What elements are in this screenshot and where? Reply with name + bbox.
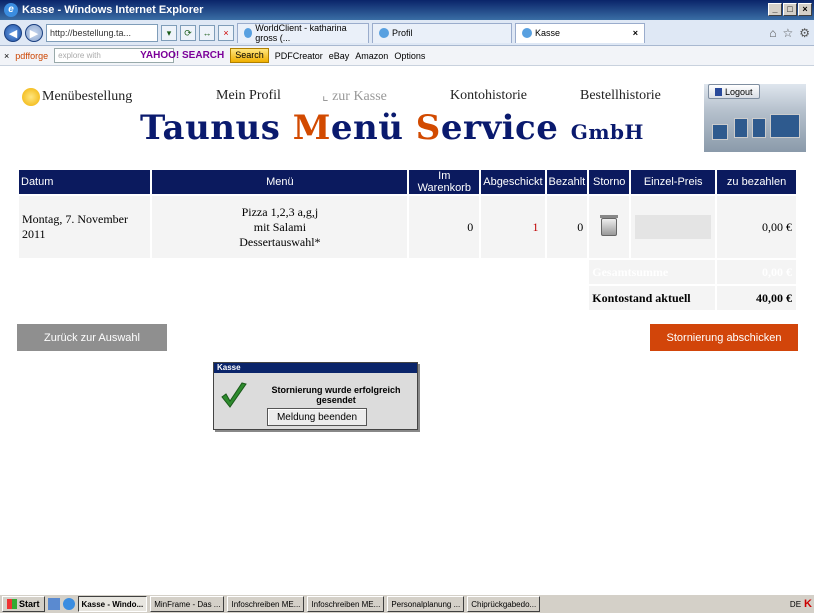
- task-personalplanung[interactable]: Personalplanung ...: [387, 596, 465, 612]
- close-icon[interactable]: ×: [798, 3, 812, 16]
- dialog-close-button[interactable]: Meldung beenden: [267, 408, 367, 426]
- tab-favicon-icon: [522, 28, 532, 38]
- toolbar-link-pdfcreator[interactable]: PDFCreator: [275, 51, 323, 61]
- cell-abgeschickt: 1: [481, 196, 545, 258]
- tab-profil[interactable]: Profil: [372, 22, 512, 43]
- kontostand-value: 40,00 €: [717, 286, 796, 310]
- dialog-title: Kasse: [214, 363, 417, 373]
- home-icon[interactable]: ⌂: [769, 26, 776, 40]
- order-table: Datum Menü Im Warenkorb Abgeschickt Beza…: [17, 168, 798, 312]
- col-bezahlt: Bezahlt: [546, 170, 588, 194]
- cell-storno: [589, 196, 630, 258]
- minimize-icon[interactable]: _: [768, 3, 782, 16]
- company-logo: Taunus Menü Service GmbH: [140, 108, 644, 148]
- toolbar-link-amazon[interactable]: Amazon: [355, 51, 388, 61]
- submit-cancellation-button[interactable]: Stornierung abschicken: [650, 324, 798, 351]
- tab-close-icon[interactable]: ×: [633, 28, 638, 38]
- tab-kasse[interactable]: Kasse ×: [515, 22, 645, 43]
- toolbar-link-options[interactable]: Options: [394, 51, 425, 61]
- browser-toolbar: × pdfforge explore with YAHOO! SEARCH Se…: [0, 46, 814, 66]
- windows-flag-icon: [7, 599, 17, 609]
- nav-profil[interactable]: Mein Profil: [216, 88, 281, 104]
- task-chiprueckgabe[interactable]: Chiprückgabedo...: [467, 596, 541, 612]
- task-infoschreiben-2[interactable]: Infoschreiben ME...: [307, 596, 385, 612]
- gesamtsumme-label: Gesamtsumme: [589, 260, 716, 284]
- toolbar-link-ebay[interactable]: eBay: [329, 51, 350, 61]
- gesamtsumme-value: 0,00 €: [717, 260, 796, 284]
- window-titlebar: e Kasse - Windows Internet Explorer _ □ …: [0, 0, 814, 20]
- quicklaunch-desktop-icon[interactable]: [47, 598, 60, 610]
- compat-icon[interactable]: ↔: [199, 24, 215, 41]
- col-datum: Datum: [19, 170, 151, 194]
- logout-icon: [715, 87, 722, 96]
- task-kasse[interactable]: Kasse - Windo...: [77, 596, 148, 612]
- tab-worldclient[interactable]: WorldClient - katharina gross (...: [237, 22, 369, 43]
- cell-datum: Montag, 7. November 2011: [19, 196, 151, 258]
- tools-gear-icon[interactable]: ⚙: [799, 26, 810, 40]
- summe-row: Gesamtsumme 0,00 €: [19, 260, 796, 284]
- col-zubezahlen: zu bezahlen: [717, 170, 796, 194]
- window-controls: _ □ ×: [768, 3, 812, 16]
- cell-menu: Pizza 1,2,3 a,g,j mit Salami Dessertausw…: [152, 196, 408, 258]
- col-storno: Storno: [589, 170, 630, 194]
- task-minframe[interactable]: MinFrame - Das ...: [150, 596, 225, 612]
- quicklaunch-ie-icon[interactable]: [62, 598, 75, 610]
- back-to-selection-button[interactable]: Zurück zur Auswahl: [17, 324, 167, 351]
- nav-kasse[interactable]: ⌞ zur Kasse: [322, 88, 387, 105]
- stop-icon[interactable]: ×: [218, 24, 234, 41]
- dialog-message: Stornierung wurde erfolgreich gesendet: [271, 385, 401, 405]
- windows-taskbar: Start Kasse - Windo... MinFrame - Das ..…: [0, 594, 814, 613]
- kontostand-label: Kontostand aktuell: [589, 286, 716, 310]
- col-einzelpreis: Einzel-Preis: [631, 170, 716, 194]
- logout-button[interactable]: Logout: [708, 84, 760, 99]
- checkmark-icon: [221, 382, 247, 408]
- antivirus-icon[interactable]: K: [804, 598, 812, 610]
- back-arrow-icon[interactable]: ◀: [4, 23, 22, 42]
- dropdown-icon[interactable]: ▾: [161, 24, 177, 41]
- favorites-star-icon[interactable]: ☆: [782, 26, 793, 40]
- cell-bezahlt: 0: [546, 196, 588, 258]
- browser-right-icons: ⌂ ☆ ⚙: [769, 26, 814, 40]
- confirmation-dialog: Kasse Stornierung wurde erfolgreich gese…: [213, 362, 418, 430]
- tab-favicon-icon: [379, 28, 389, 38]
- yahoo-search-logo: YAHOO! SEARCH: [140, 50, 225, 61]
- nav-bestellhistorie[interactable]: Bestellhistorie: [580, 88, 661, 104]
- einzelpreis-field: [635, 215, 712, 239]
- ie-icon: e: [4, 3, 18, 17]
- tab-favicon-icon: [244, 28, 253, 38]
- maximize-icon[interactable]: □: [783, 3, 797, 16]
- trash-icon[interactable]: [600, 215, 619, 236]
- nav-menuebestellung[interactable]: Menübestellung: [22, 88, 132, 106]
- toolbar-close-icon[interactable]: ×: [4, 51, 9, 61]
- nav-kontohistorie[interactable]: Kontohistorie: [450, 88, 527, 104]
- pdfforge-logo: pdfforge: [15, 50, 49, 61]
- col-warenkorb: Im Warenkorb: [409, 170, 480, 194]
- refresh-icon[interactable]: ⟳: [180, 24, 196, 41]
- kontostand-row: Kontostand aktuell 40,00 €: [19, 286, 796, 310]
- table-row: Montag, 7. November 2011 Pizza 1,2,3 a,g…: [19, 196, 796, 258]
- cell-warenkorb: 0: [409, 196, 480, 258]
- search-button[interactable]: Search: [230, 48, 269, 63]
- system-tray: DE K: [790, 598, 814, 610]
- language-indicator[interactable]: DE: [790, 600, 801, 609]
- address-bar[interactable]: http://bestellung.ta...: [46, 23, 158, 42]
- window-title: Kasse - Windows Internet Explorer: [22, 4, 204, 16]
- browser-navbar: ◀ ▶ http://bestellung.ta... ▾ ⟳ ↔ × Worl…: [0, 20, 814, 46]
- cart-icon: ⌞: [322, 89, 329, 104]
- forward-arrow-icon[interactable]: ▶: [25, 23, 43, 42]
- col-abgeschickt: Abgeschickt: [481, 170, 545, 194]
- cell-zubezahlen: 0,00 €: [717, 196, 796, 258]
- task-infoschreiben-1[interactable]: Infoschreiben ME...: [227, 596, 305, 612]
- col-menu: Menü: [152, 170, 408, 194]
- start-button[interactable]: Start: [2, 596, 45, 612]
- table-header-row: Datum Menü Im Warenkorb Abgeschickt Beza…: [19, 170, 796, 194]
- cell-einzelpreis: [631, 196, 716, 258]
- smiley-icon: [22, 88, 40, 106]
